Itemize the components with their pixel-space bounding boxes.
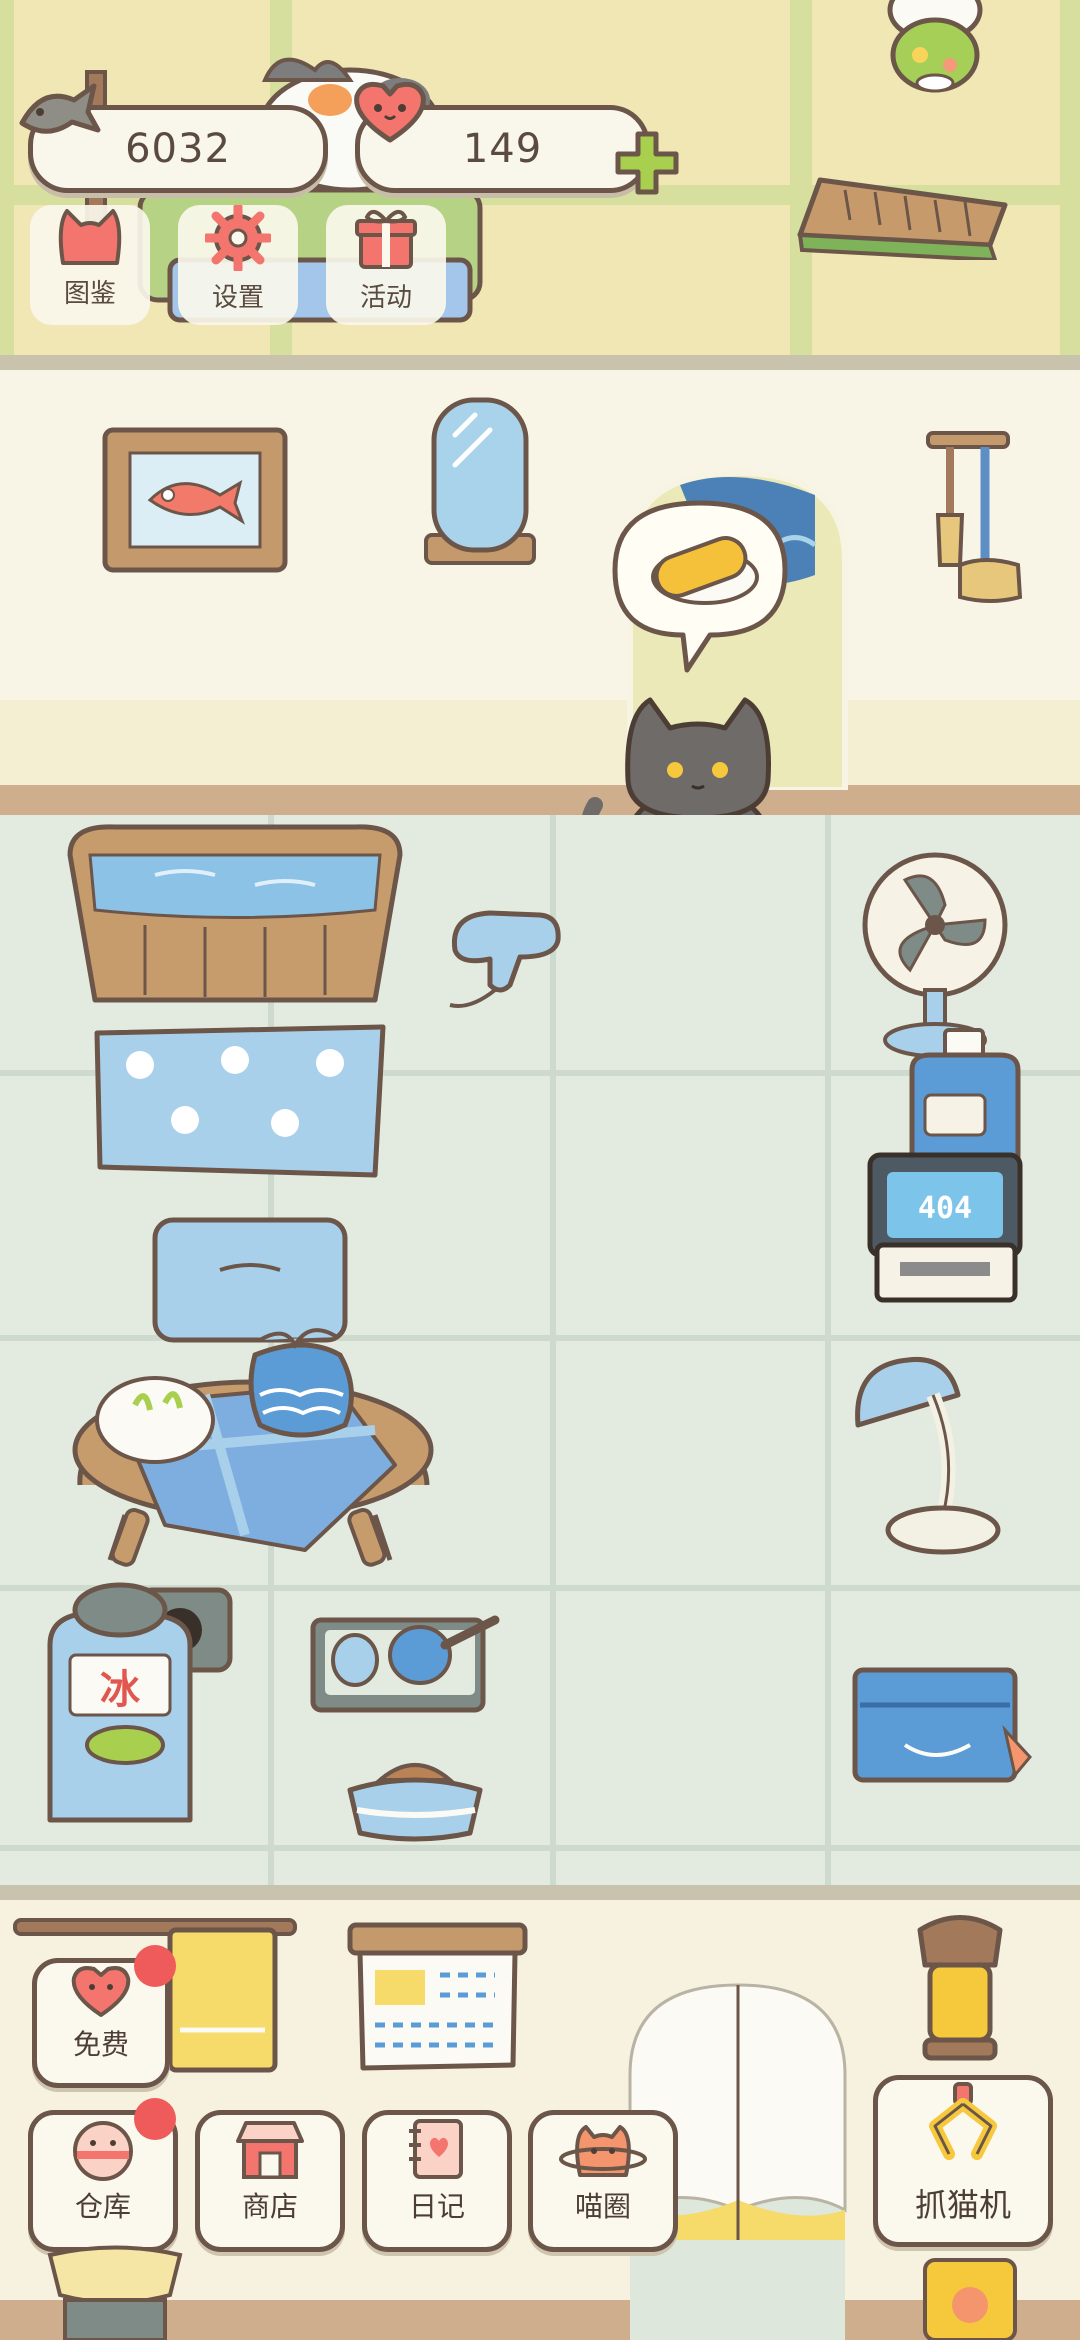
wall-baseboard — [0, 785, 1080, 815]
shaved-ice-machine[interactable]: 冰 — [40, 1575, 240, 1835]
bathroom-wall — [0, 370, 1080, 815]
hair-dryer[interactable] — [430, 895, 570, 1035]
blue-water-bag[interactable] — [248, 1328, 354, 1438]
settings-button[interactable]: 设置 — [178, 205, 298, 325]
cat-circle-button[interactable]: 喵圈 — [528, 2110, 678, 2252]
flower-lamp-item[interactable] — [895, 2245, 1045, 2340]
floor-grout — [0, 1845, 1080, 1851]
free-notification-dot — [134, 1945, 176, 1987]
kimono-cat[interactable] — [880, 0, 990, 95]
gift-icon — [355, 209, 417, 269]
events-button[interactable]: 活动 — [326, 205, 446, 325]
shop-stall-icon — [236, 2121, 304, 2179]
ice-sign-text: 冰 — [100, 1667, 141, 1713]
cleaning-tools-rack[interactable] — [920, 425, 1030, 625]
claw-machine-label: 抓猫机 — [914, 2186, 1011, 2224]
framed-fish-picture[interactable] — [100, 425, 290, 575]
polka-dot-bath-mat[interactable] — [85, 1015, 395, 1185]
wooden-bathtub[interactable] — [55, 815, 415, 1015]
wifi-router[interactable]: 404 — [865, 1150, 1025, 1305]
cat-face-icon — [58, 209, 122, 265]
diary-label: 日记 — [408, 2190, 465, 2223]
fish-icon — [19, 83, 101, 134]
warehouse-label: 仓库 — [74, 2190, 131, 2223]
claw-machine-button[interactable]: 抓猫机 — [873, 2075, 1053, 2247]
wall-stain — [0, 700, 1080, 790]
router-screen-text: 404 — [918, 1191, 972, 1226]
wall-calendar[interactable] — [345, 1920, 530, 2075]
warehouse-notification-dot — [134, 2098, 176, 2140]
events-label: 活动 — [359, 283, 412, 313]
room-divider — [0, 355, 1080, 370]
round-cat-icon — [73, 2121, 133, 2181]
chair-and-round-table[interactable] — [55, 1215, 445, 1575]
free-label: 免费 — [72, 2028, 129, 2061]
grey-cat[interactable] — [580, 690, 810, 815]
blue-tote-bag[interactable] — [850, 1665, 1050, 1795]
heart-icon — [354, 81, 426, 143]
cat-scratcher[interactable] — [790, 150, 1015, 260]
cat-request-bubble[interactable] — [605, 495, 795, 675]
cat-circle-label: 喵圈 — [574, 2190, 631, 2223]
floor-grout — [825, 815, 831, 1885]
bathroom-floor: 404 冰 — [0, 815, 1080, 1885]
rice-bowl-item[interactable] — [40, 2245, 190, 2340]
cat-planet-icon — [559, 2125, 647, 2177]
catalog-button[interactable]: 图鉴 — [30, 205, 150, 325]
fish-coin-value: 6032 — [125, 126, 231, 172]
claw-icon — [929, 2082, 997, 2160]
heart-icon — [71, 1966, 131, 2017]
cat-food-bowl[interactable] — [345, 1745, 485, 1845]
portable-stove[interactable] — [305, 1600, 505, 1720]
bunny-mochi[interactable] — [95, 1376, 215, 1464]
shop-button[interactable]: 商店 — [195, 2110, 345, 2252]
diary-button[interactable]: 日记 — [362, 2110, 512, 2252]
diary-book-icon — [409, 2119, 463, 2179]
gear-icon — [205, 205, 271, 271]
add-hearts-plus-icon[interactable] — [612, 128, 682, 198]
catalog-label: 图鉴 — [63, 279, 116, 309]
desk-lamp[interactable] — [848, 1335, 1008, 1555]
wall-mirror[interactable] — [420, 395, 540, 570]
wall-lantern[interactable] — [900, 1910, 1020, 2080]
heart-value: 149 — [462, 126, 543, 172]
room-divider — [0, 1885, 1080, 1900]
settings-label: 设置 — [211, 283, 264, 313]
shop-label: 商店 — [241, 2190, 298, 2223]
